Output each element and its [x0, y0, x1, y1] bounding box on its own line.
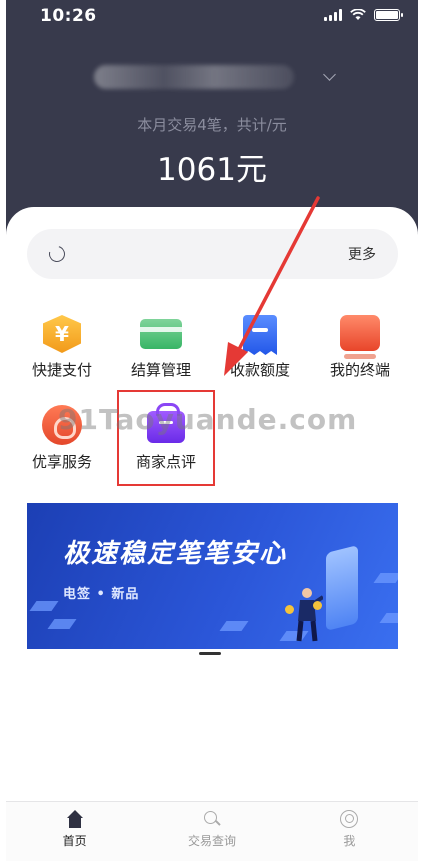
search-icon [203, 810, 221, 828]
tab-home[interactable]: 首页 [6, 802, 143, 861]
decor-block [379, 613, 398, 623]
status-icons [324, 9, 403, 21]
tab-me[interactable]: 我 [281, 802, 418, 861]
signal-icon [324, 9, 342, 21]
banner-pager [199, 652, 221, 655]
grid-label: 结算管理 [130, 361, 191, 379]
grid-item-quick-pay[interactable]: ¥ 快捷支付 [14, 315, 110, 380]
receipt-icon [243, 315, 277, 355]
terminal-icon [340, 315, 380, 359]
battery-icon [374, 9, 403, 21]
tab-label: 交易查询 [187, 834, 236, 848]
status-bar: 10:26 [6, 0, 418, 34]
pos-terminal-illustration [326, 545, 358, 631]
chevron-down-icon[interactable] [323, 68, 336, 81]
tab-transaction-query[interactable]: 交易查询 [143, 802, 280, 861]
phone-screen: 10:26 本月交易4笔，共计/元 1061元 更多 ¥ 快捷支付 结算管理 收… [6, 0, 418, 861]
notice-bar[interactable]: 更多 [27, 229, 398, 279]
yuan-shield-icon: ¥ [43, 315, 81, 353]
month-amount: 1061元 [157, 152, 267, 188]
month-summary: 本月交易4笔，共计/元 [137, 116, 287, 134]
wifi-icon [350, 9, 366, 20]
tab-bar: 首页 交易查询 我 [6, 801, 418, 861]
decor-block [47, 619, 77, 629]
decor-block [219, 621, 249, 631]
tab-label: 我 [343, 834, 356, 848]
banner-title: 极速稳定笔笔安心 [63, 539, 288, 569]
more-link[interactable]: 更多 [348, 244, 376, 264]
watermark: 91Taoyuande.com [58, 403, 358, 436]
coin-icon [285, 605, 294, 614]
main-card: 更多 ¥ 快捷支付 结算管理 收款额度 我的终端 优享服务 商家点评 91Tao… [6, 207, 418, 861]
grid-item-quota[interactable]: 收款额度 [212, 315, 308, 380]
card-icon [140, 319, 182, 349]
status-time: 10:26 [40, 6, 97, 26]
merchant-selector[interactable] [94, 64, 336, 90]
grid-item-terminal[interactable]: 我的终端 [312, 315, 408, 380]
business-person-illustration [296, 588, 323, 642]
decor-block [373, 573, 398, 583]
grid-label: 收款额度 [229, 361, 290, 379]
decor-block [29, 601, 59, 611]
banner-subtitle: 电签 • 新品 [63, 587, 140, 602]
tab-label: 首页 [62, 834, 87, 848]
promo-banner[interactable]: 极速稳定笔笔安心 电签 • 新品 [27, 503, 398, 649]
coin-icon [313, 601, 322, 610]
grid-label: 快捷支付 [31, 361, 92, 379]
grid-label: 优享服务 [31, 453, 92, 471]
user-icon [340, 810, 359, 828]
home-icon [66, 810, 84, 828]
merchant-name-blurred [94, 65, 294, 89]
grid-item-settlement[interactable]: 结算管理 [113, 315, 209, 380]
grid-label: 我的终端 [329, 361, 390, 379]
refresh-icon [46, 243, 68, 265]
